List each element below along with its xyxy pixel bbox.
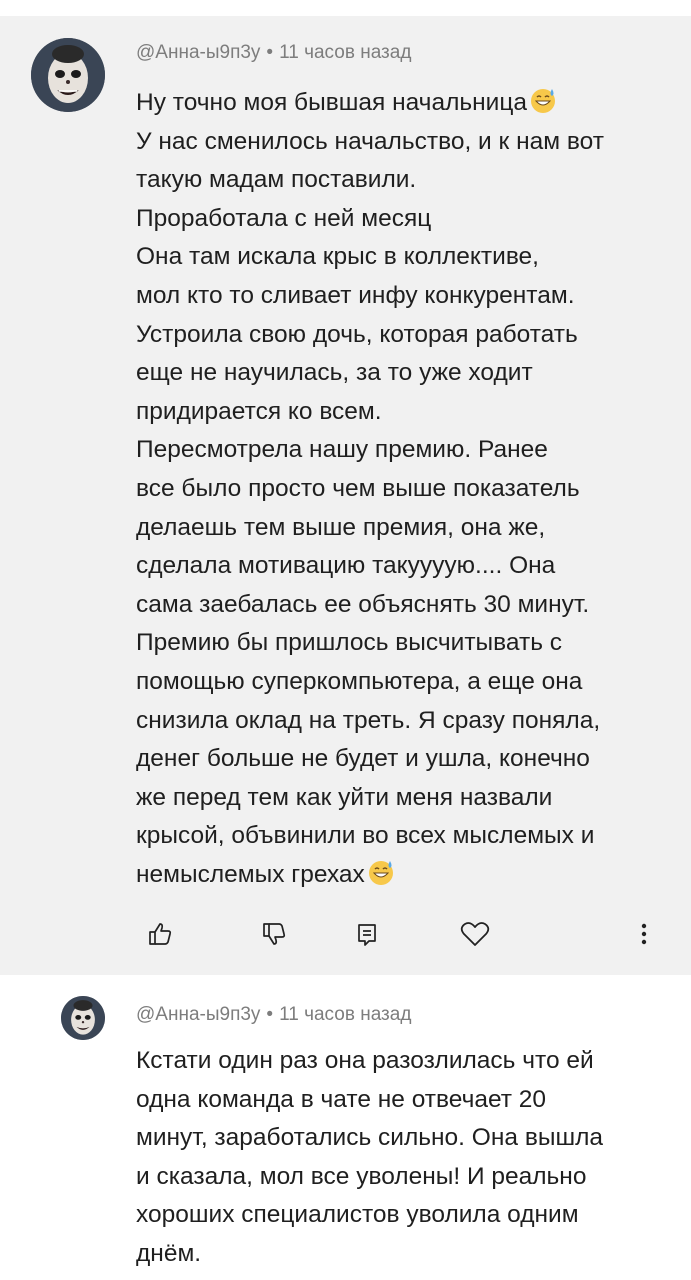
- like-button[interactable]: [140, 914, 180, 954]
- like-icon: [149, 923, 172, 945]
- comment-body: Ну точно моя бывшая начальница У нас сме…: [136, 84, 604, 894]
- author-avatar[interactable]: [31, 38, 105, 112]
- comment-line: еще не научилась, за то уже ходит: [136, 359, 533, 387]
- author-avatar[interactable]: [61, 996, 105, 1040]
- comment-line: сама заебалась ее объяснять 30 минут.: [136, 590, 590, 618]
- comment-line: Пересмотрела нашу премию. Ранее: [136, 436, 548, 464]
- comment-line: снизила оклад на треть. Я сразу поняла,: [136, 706, 601, 734]
- reply-comment-body: Кстати один раз она разозлилась что ей о…: [136, 1042, 603, 1274]
- comment-meta: @Анна-ы9п3у • 11 часов назад: [136, 42, 412, 63]
- dislike-icon: [263, 923, 286, 945]
- comment-author[interactable]: @Анна-ы9п3у: [136, 1004, 260, 1025]
- reply-icon: [358, 924, 376, 946]
- comment-line: придирается ко всем.: [136, 397, 382, 425]
- comment-line: минут, заработались сильно. Она вышла: [136, 1124, 604, 1152]
- comment-line: денег больше не будет и ушла, конечно: [136, 745, 590, 773]
- comment-time: 11 часов назад: [279, 42, 412, 63]
- comment-meta: @Анна-ы9п3у • 11 часов назад: [136, 1004, 412, 1025]
- comment-line: немыслемых грехах: [136, 860, 365, 888]
- comment-line: одна команда в чате не отвечает 20: [136, 1085, 547, 1113]
- dislike-button[interactable]: [254, 914, 294, 954]
- comment-line: Премию бы пришлось высчитывать с: [136, 629, 563, 657]
- comment-line: Она там искала крыс в коллективе,: [136, 243, 539, 271]
- comment-line: Устроила свою дочь, которая работать: [136, 320, 578, 348]
- comment-line: же перед тем как уйти меня назвали: [136, 783, 553, 811]
- grinning-sweat-emoji-icon: [368, 860, 393, 885]
- comment-time: 11 часов назад: [279, 1004, 412, 1025]
- comment-line: и сказала, мол все уволены! И реально: [136, 1162, 587, 1190]
- comment-line: У нас сменилось начальство, и к нам вот: [136, 127, 604, 155]
- comment-line: хороших специалистов уволила одним: [136, 1201, 579, 1229]
- top-strip: [0, 0, 691, 16]
- comment-line: Проработала с ней месяц: [136, 204, 432, 232]
- comment-line: Ну точно моя бывшая начальница: [136, 89, 528, 116]
- clown-face-icon: [61, 996, 105, 1040]
- comments-page: @Анна-ы9п3у • 11 часов назад Ну точно моя …: [0, 0, 691, 1280]
- comment-line: делаешь тем выше премия, она же,: [136, 513, 546, 541]
- reply-button[interactable]: [347, 914, 387, 954]
- comment-line: днём.: [136, 1239, 202, 1267]
- comment-line: крысой, объвинили во всех мыслемых и: [136, 822, 595, 850]
- clown-face-icon: [31, 38, 105, 112]
- heart-icon: [460, 922, 490, 946]
- comment-line: все было просто чем выше показатель: [136, 474, 580, 502]
- comment-author[interactable]: @Анна-ы9п3у: [136, 42, 260, 63]
- comment-actions: [0, 914, 691, 954]
- comment-line: помощью суперкомпьютера, а еще она: [136, 667, 583, 695]
- comment-line: Кстати один раз она разозлилась что ей: [136, 1047, 594, 1074]
- more-vertical-icon: [641, 923, 647, 945]
- more-options-button[interactable]: [624, 914, 664, 954]
- heart-button[interactable]: [455, 914, 495, 954]
- comment-line: сделала мотивацию такуууую.... Она: [136, 552, 556, 580]
- comment-line: мол кто то сливает инфу конкурентам.: [136, 281, 575, 309]
- grinning-sweat-emoji-icon: [531, 89, 556, 113]
- comment-line: такую мадам поставили.: [136, 166, 417, 194]
